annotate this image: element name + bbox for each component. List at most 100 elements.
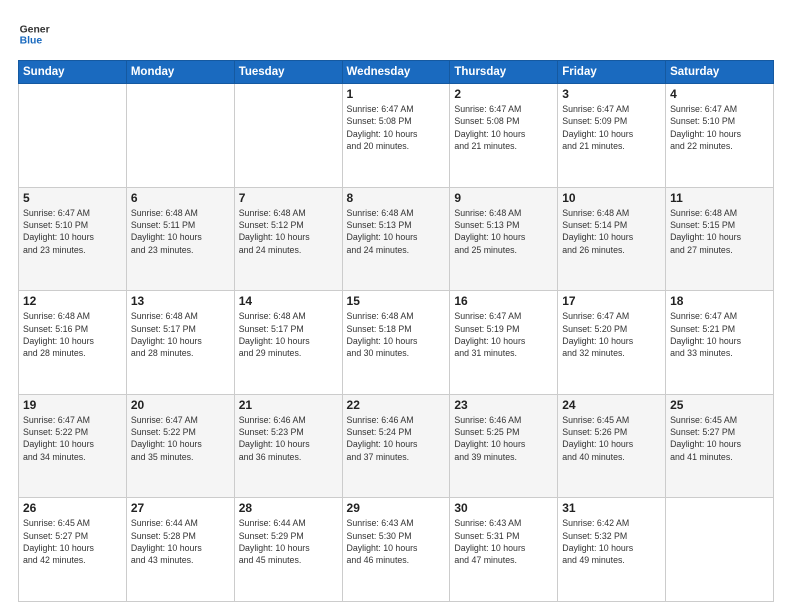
day-number: 28: [239, 501, 338, 515]
day-info: Sunrise: 6:44 AMSunset: 5:28 PMDaylight:…: [131, 517, 230, 566]
calendar-empty-cell: [126, 84, 234, 188]
calendar-day-26: 26Sunrise: 6:45 AMSunset: 5:27 PMDayligh…: [19, 498, 127, 602]
day-info: Sunrise: 6:42 AMSunset: 5:32 PMDaylight:…: [562, 517, 661, 566]
day-info: Sunrise: 6:48 AMSunset: 5:16 PMDaylight:…: [23, 310, 122, 359]
calendar-day-21: 21 Sunrise: 6:46 AMSunset: 5:23 PMDayligh…: [234, 394, 342, 498]
calendar-day-20: 20Sunrise: 6:47 AMSunset: 5:22 PMDayligh…: [126, 394, 234, 498]
calendar-day-23: 23 Sunrise: 6:46 AMSunset: 5:25 PMDayligh…: [450, 394, 558, 498]
day-number: 21: [239, 398, 338, 412]
day-number: 27: [131, 501, 230, 515]
day-number: 18: [670, 294, 769, 308]
day-info: Sunrise: 6:47 AMSunset: 5:09 PMDaylight:…: [562, 103, 661, 152]
day-info: Sunrise: 6:47 AMSunset: 5:20 PMDaylight:…: [562, 310, 661, 359]
calendar-week-3: 12 Sunrise: 6:48 AMSunset: 5:16 PMDayligh…: [19, 291, 774, 395]
day-number: 8: [347, 191, 446, 205]
day-header-wednesday: Wednesday: [342, 61, 450, 84]
calendar-day-18: 18 Sunrise: 6:47 AMSunset: 5:21 PMDayligh…: [666, 291, 774, 395]
day-number: 16: [454, 294, 553, 308]
day-number: 11: [670, 191, 769, 205]
day-number: 1: [347, 87, 446, 101]
calendar-day-17: 17 Sunrise: 6:47 AMSunset: 5:20 PMDayligh…: [558, 291, 666, 395]
day-info: Sunrise: 6:48 AMSunset: 5:18 PMDaylight:…: [347, 310, 446, 359]
day-header-saturday: Saturday: [666, 61, 774, 84]
day-number: 10: [562, 191, 661, 205]
calendar-day-16: 16 Sunrise: 6:47 AMSunset: 5:19 PMDayligh…: [450, 291, 558, 395]
svg-text:General: General: [20, 24, 50, 35]
calendar-empty-cell: [666, 498, 774, 602]
calendar-day-24: 24 Sunrise: 6:45 AMSunset: 5:26 PMDayligh…: [558, 394, 666, 498]
day-info: Sunrise: 6:43 AMSunset: 5:31 PMDaylight:…: [454, 517, 553, 566]
logo: General Blue: [18, 18, 54, 50]
day-number: 24: [562, 398, 661, 412]
day-info: Sunrise: 6:47 AMSunset: 5:10 PMDaylight:…: [670, 103, 769, 152]
day-header-thursday: Thursday: [450, 61, 558, 84]
day-info: Sunrise: 6:46 AMSunset: 5:25 PMDaylight:…: [454, 414, 553, 463]
day-number: 23: [454, 398, 553, 412]
calendar-day-8: 8 Sunrise: 6:48 AMSunset: 5:13 PMDaylight…: [342, 187, 450, 291]
day-header-tuesday: Tuesday: [234, 61, 342, 84]
day-number: 6: [131, 191, 230, 205]
day-number: 19: [23, 398, 122, 412]
calendar-day-6: 6 Sunrise: 6:48 AMSunset: 5:11 PMDaylight…: [126, 187, 234, 291]
day-number: 14: [239, 294, 338, 308]
calendar-day-9: 9 Sunrise: 6:48 AMSunset: 5:13 PMDaylight…: [450, 187, 558, 291]
day-info: Sunrise: 6:45 AMSunset: 5:27 PMDaylight:…: [23, 517, 122, 566]
calendar-day-11: 11 Sunrise: 6:48 AMSunset: 5:15 PMDayligh…: [666, 187, 774, 291]
calendar-day-31: 31 Sunrise: 6:42 AMSunset: 5:32 PMDayligh…: [558, 498, 666, 602]
page: General Blue SundayMondayTuesdayWednesda…: [0, 0, 792, 612]
calendar-day-22: 22 Sunrise: 6:46 AMSunset: 5:24 PMDayligh…: [342, 394, 450, 498]
header: General Blue: [18, 18, 774, 50]
day-number: 30: [454, 501, 553, 515]
calendar-day-19: 19 Sunrise: 6:47 AMSunset: 5:22 PMDayligh…: [19, 394, 127, 498]
calendar-day-5: 5Sunrise: 6:47 AMSunset: 5:10 PMDaylight…: [19, 187, 127, 291]
calendar-day-12: 12 Sunrise: 6:48 AMSunset: 5:16 PMDayligh…: [19, 291, 127, 395]
calendar-day-3: 3 Sunrise: 6:47 AMSunset: 5:09 PMDaylight…: [558, 84, 666, 188]
calendar-day-25: 25Sunrise: 6:45 AMSunset: 5:27 PMDayligh…: [666, 394, 774, 498]
calendar-day-4: 4 Sunrise: 6:47 AMSunset: 5:10 PMDaylight…: [666, 84, 774, 188]
calendar-week-4: 19 Sunrise: 6:47 AMSunset: 5:22 PMDayligh…: [19, 394, 774, 498]
calendar-empty-cell: [19, 84, 127, 188]
day-number: 29: [347, 501, 446, 515]
day-number: 31: [562, 501, 661, 515]
day-info: Sunrise: 6:47 AMSunset: 5:21 PMDaylight:…: [670, 310, 769, 359]
day-number: 12: [23, 294, 122, 308]
day-number: 22: [347, 398, 446, 412]
logo-icon: General Blue: [18, 18, 50, 50]
calendar-day-15: 15 Sunrise: 6:48 AMSunset: 5:18 PMDayligh…: [342, 291, 450, 395]
day-info: Sunrise: 6:47 AMSunset: 5:19 PMDaylight:…: [454, 310, 553, 359]
day-number: 2: [454, 87, 553, 101]
day-number: 15: [347, 294, 446, 308]
day-info: Sunrise: 6:48 AMSunset: 5:11 PMDaylight:…: [131, 207, 230, 256]
day-info: Sunrise: 6:48 AMSunset: 5:13 PMDaylight:…: [454, 207, 553, 256]
day-info: Sunrise: 6:47 AMSunset: 5:22 PMDaylight:…: [23, 414, 122, 463]
calendar-week-1: 1 Sunrise: 6:47 AMSunset: 5:08 PMDaylight…: [19, 84, 774, 188]
day-info: Sunrise: 6:48 AMSunset: 5:13 PMDaylight:…: [347, 207, 446, 256]
calendar-day-2: 2 Sunrise: 6:47 AMSunset: 5:08 PMDaylight…: [450, 84, 558, 188]
day-info: Sunrise: 6:48 AMSunset: 5:14 PMDaylight:…: [562, 207, 661, 256]
day-info: Sunrise: 6:48 AMSunset: 5:17 PMDaylight:…: [239, 310, 338, 359]
day-info: Sunrise: 6:45 AMSunset: 5:26 PMDaylight:…: [562, 414, 661, 463]
calendar-day-29: 29 Sunrise: 6:43 AMSunset: 5:30 PMDayligh…: [342, 498, 450, 602]
calendar-empty-cell: [234, 84, 342, 188]
day-info: Sunrise: 6:48 AMSunset: 5:12 PMDaylight:…: [239, 207, 338, 256]
day-number: 17: [562, 294, 661, 308]
day-number: 4: [670, 87, 769, 101]
day-header-monday: Monday: [126, 61, 234, 84]
day-info: Sunrise: 6:44 AMSunset: 5:29 PMDaylight:…: [239, 517, 338, 566]
day-info: Sunrise: 6:47 AMSunset: 5:10 PMDaylight:…: [23, 207, 122, 256]
day-header-sunday: Sunday: [19, 61, 127, 84]
day-info: Sunrise: 6:48 AMSunset: 5:15 PMDaylight:…: [670, 207, 769, 256]
day-number: 3: [562, 87, 661, 101]
calendar-day-1: 1Sunrise: 6:47 AMSunset: 5:08 PMDaylight…: [342, 84, 450, 188]
calendar-table: SundayMondayTuesdayWednesdayThursdayFrid…: [18, 60, 774, 602]
day-info: Sunrise: 6:43 AMSunset: 5:30 PMDaylight:…: [347, 517, 446, 566]
day-number: 7: [239, 191, 338, 205]
day-info: Sunrise: 6:46 AMSunset: 5:23 PMDaylight:…: [239, 414, 338, 463]
svg-text:Blue: Blue: [20, 36, 43, 47]
calendar-header-row: SundayMondayTuesdayWednesdayThursdayFrid…: [19, 61, 774, 84]
day-info: Sunrise: 6:47 AMSunset: 5:08 PMDaylight:…: [454, 103, 553, 152]
day-info: Sunrise: 6:46 AMSunset: 5:24 PMDaylight:…: [347, 414, 446, 463]
calendar-day-28: 28 Sunrise: 6:44 AMSunset: 5:29 PMDayligh…: [234, 498, 342, 602]
day-number: 9: [454, 191, 553, 205]
calendar-week-2: 5Sunrise: 6:47 AMSunset: 5:10 PMDaylight…: [19, 187, 774, 291]
